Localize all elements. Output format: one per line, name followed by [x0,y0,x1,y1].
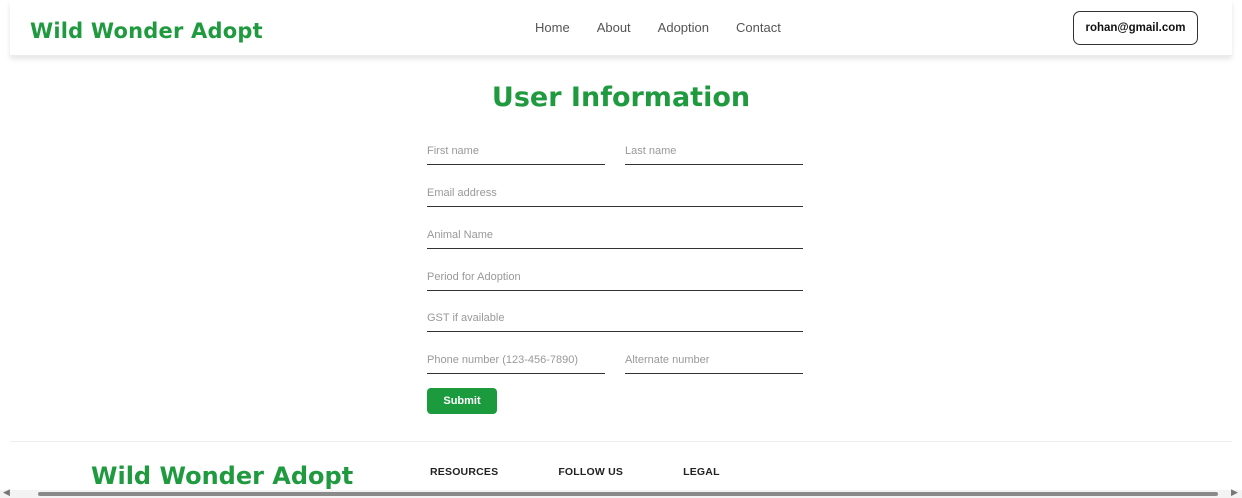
horizontal-scrollbar[interactable]: ◀ ▶ [0,487,1242,498]
nav-about-link[interactable]: About [597,20,631,35]
brand-logo[interactable]: Wild Wonder Adopt [30,19,263,43]
nav-adoption-link[interactable]: Adoption [658,20,709,35]
footer-divider [10,441,1232,442]
name-row [427,143,803,165]
chevron-right-icon[interactable]: ▶ [1231,487,1238,498]
chevron-left-icon[interactable]: ◀ [3,487,10,498]
page-title: User Information [491,82,751,113]
footer-heading-resources: RESOURCES [430,466,499,478]
footer-brand: Wild Wonder Adopt [91,462,354,490]
last-name-input[interactable] [625,143,803,165]
animal-name-input[interactable] [427,227,803,249]
animal-row [427,227,803,249]
footer-heading-follow-us: FOLLOW US [558,466,624,478]
period-row [427,269,803,291]
alternate-phone-input[interactable] [625,352,803,374]
gst-input[interactable] [427,310,803,332]
top-navbar: Wild Wonder Adopt Home About Adoption Co… [10,0,1232,56]
user-account-button[interactable]: rohan@gmail.com [1073,11,1198,45]
gst-row [427,310,803,332]
nav-home-link[interactable]: Home [535,20,570,35]
main-nav: Home About Adoption Contact [535,20,781,35]
phone-input[interactable] [427,352,605,374]
footer-columns: RESOURCES FOLLOW US LEGAL [430,466,720,478]
phone-row [427,352,803,374]
scrollbar-thumb[interactable] [38,492,1218,496]
email-input[interactable] [427,185,803,207]
nav-contact-link[interactable]: Contact [736,20,781,35]
first-name-input[interactable] [427,143,605,165]
adoption-period-input[interactable] [427,269,803,291]
email-row [427,185,803,207]
submit-button[interactable]: Submit [427,388,497,414]
footer-heading-legal: LEGAL [683,466,720,478]
